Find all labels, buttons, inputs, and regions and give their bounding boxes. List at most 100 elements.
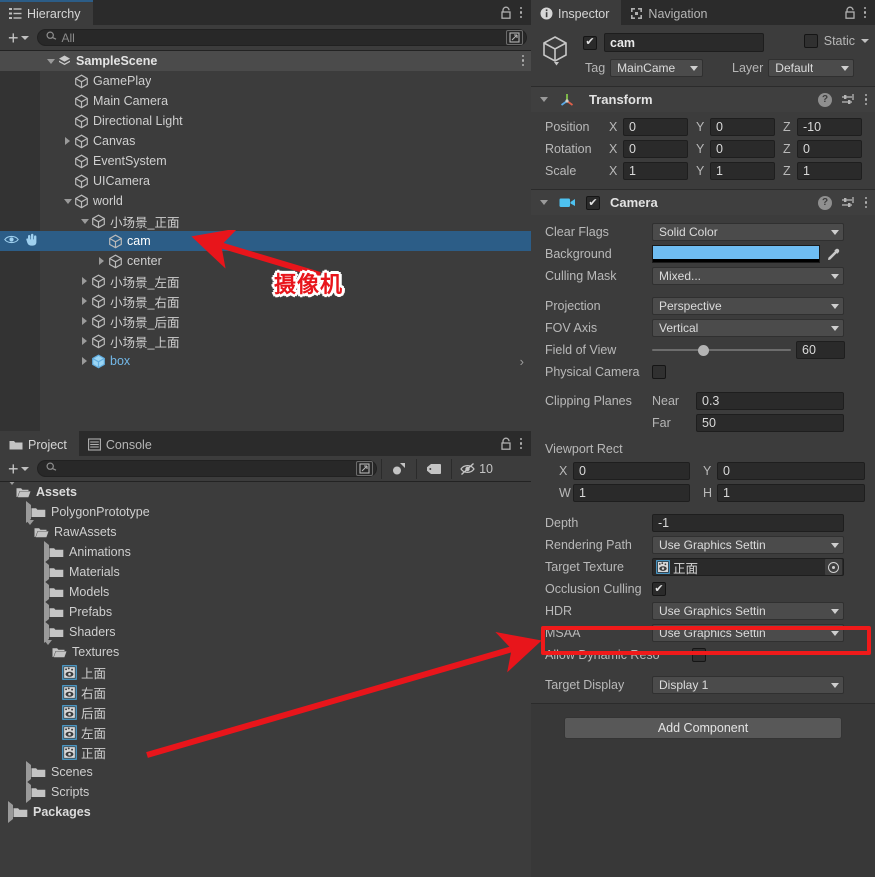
- hierarchy-row-SampleScene[interactable]: SampleScene: [0, 51, 531, 71]
- project-add-button[interactable]: +: [4, 460, 33, 478]
- scene-menu-icon[interactable]: [521, 52, 525, 69]
- hierarchy-menu-icon[interactable]: [519, 4, 523, 21]
- near-input[interactable]: 0.3: [696, 392, 844, 410]
- collapse-triangle-icon[interactable]: [540, 97, 548, 102]
- viewport-x-input[interactable]: 0: [573, 462, 690, 480]
- collapse-triangle-icon[interactable]: [78, 337, 91, 345]
- hierarchy-row-小场景_右面[interactable]: 小场景_右面: [0, 291, 531, 311]
- hierarchy-tree[interactable]: SampleScene GamePlay Main Camera Directiona…: [0, 51, 531, 431]
- depth-input[interactable]: -1: [652, 514, 844, 532]
- gameobject-cube-icon[interactable]: [539, 33, 573, 67]
- eyedropper-icon[interactable]: [826, 247, 841, 262]
- project-tree[interactable]: Assets PolygonPrototype RawAssets Animation…: [0, 482, 531, 877]
- field-of-view-input[interactable]: 60: [796, 341, 845, 359]
- target-display-dropdown[interactable]: Display 1: [652, 676, 844, 694]
- collapse-triangle-icon[interactable]: [78, 357, 91, 365]
- far-input[interactable]: 50: [696, 414, 844, 432]
- expand-triangle-icon[interactable]: [26, 520, 34, 539]
- transform-rotation-x[interactable]: 0: [623, 140, 688, 158]
- project-row-Shaders[interactable]: Shaders: [0, 621, 531, 643]
- hierarchy-row-EventSystem[interactable]: EventSystem: [0, 151, 531, 171]
- hdr-dropdown[interactable]: Use Graphics Settin: [652, 602, 844, 620]
- project-row-RawAssets[interactable]: RawAssets: [0, 520, 531, 542]
- lock-icon[interactable]: [844, 6, 856, 20]
- tag-dropdown[interactable]: MainCame: [610, 59, 704, 77]
- transform-rotation-z[interactable]: 0: [797, 140, 862, 158]
- hierarchy-row-UICamera[interactable]: UICamera: [0, 171, 531, 191]
- collapse-triangle-icon[interactable]: [78, 277, 91, 285]
- slider-knob[interactable]: [697, 344, 709, 356]
- hierarchy-row-center[interactable]: center: [0, 251, 531, 271]
- project-row-上面[interactable]: 上面: [0, 662, 531, 682]
- add-component-button[interactable]: Add Component: [564, 717, 842, 739]
- hierarchy-row-Directional Light[interactable]: Directional Light: [0, 111, 531, 131]
- help-icon[interactable]: ?: [818, 195, 832, 210]
- collapse-triangle-icon[interactable]: [61, 137, 74, 145]
- preset-icon[interactable]: [841, 93, 855, 107]
- transform-scale-x[interactable]: 1: [623, 162, 688, 180]
- expand-triangle-icon[interactable]: [44, 58, 57, 64]
- transform-menu-icon[interactable]: [864, 91, 868, 108]
- hierarchy-add-button[interactable]: +: [4, 29, 33, 47]
- project-row-Animations[interactable]: Animations: [0, 541, 531, 563]
- transform-position-x[interactable]: 0: [623, 118, 688, 136]
- project-row-正面[interactable]: 正面: [0, 742, 531, 762]
- expand-triangle-icon[interactable]: [8, 482, 16, 499]
- collapse-triangle-icon[interactable]: [95, 257, 108, 265]
- camera-header[interactable]: ✔ Camera ?: [531, 190, 875, 215]
- inspector-menu-icon[interactable]: [863, 4, 867, 21]
- tab-console[interactable]: Console: [78, 431, 164, 456]
- project-row-Materials[interactable]: Materials: [0, 561, 531, 583]
- camera-enabled-checkbox[interactable]: ✔: [586, 195, 600, 211]
- project-row-Assets[interactable]: Assets: [0, 482, 531, 502]
- tab-hierarchy[interactable]: Hierarchy: [0, 0, 93, 25]
- project-row-Models[interactable]: Models: [0, 581, 531, 603]
- project-search-expand-icon[interactable]: [355, 461, 373, 476]
- allow-dynamic-resolution-checkbox[interactable]: [692, 648, 706, 662]
- viewport-w-input[interactable]: 1: [573, 484, 690, 502]
- hierarchy-row-小场景_正面[interactable]: 小场景_正面: [0, 211, 531, 231]
- transform-rotation-y[interactable]: 0: [710, 140, 775, 158]
- hierarchy-row-world[interactable]: world: [0, 191, 531, 211]
- rendering-path-dropdown[interactable]: Use Graphics Settin: [652, 536, 844, 554]
- tab-project[interactable]: Project: [0, 431, 79, 456]
- projection-dropdown[interactable]: Perspective: [652, 297, 844, 315]
- fov-axis-dropdown[interactable]: Vertical: [652, 319, 844, 337]
- expand-triangle-icon[interactable]: [44, 640, 52, 659]
- occlusion-culling-checkbox[interactable]: ✔: [652, 582, 666, 596]
- transform-header[interactable]: Transform ?: [531, 87, 875, 112]
- eye-icon[interactable]: [4, 234, 19, 248]
- hierarchy-row-小场景_后面[interactable]: 小场景_后面: [0, 311, 531, 331]
- collapse-triangle-icon[interactable]: [78, 317, 91, 325]
- transform-position-z[interactable]: -10: [797, 118, 862, 136]
- preset-icon[interactable]: [841, 196, 855, 210]
- project-row-Scenes[interactable]: Scenes: [0, 761, 531, 783]
- tab-inspector[interactable]: Inspector: [531, 0, 622, 25]
- collapse-triangle-icon[interactable]: [540, 200, 548, 205]
- project-row-Prefabs[interactable]: Prefabs: [0, 601, 531, 623]
- static-dropdown-icon[interactable]: [861, 39, 869, 43]
- expand-triangle-icon[interactable]: [78, 218, 91, 224]
- hierarchy-search-input[interactable]: All: [36, 29, 527, 46]
- physical-camera-checkbox[interactable]: [652, 365, 666, 379]
- clear-flags-dropdown[interactable]: Solid Color: [652, 223, 844, 241]
- project-row-右面[interactable]: 右面: [0, 682, 531, 702]
- project-row-左面[interactable]: 左面: [0, 722, 531, 742]
- project-row-Packages[interactable]: Packages: [0, 801, 531, 823]
- filter-by-type-icon[interactable]: [386, 458, 412, 480]
- viewport-y-input[interactable]: 0: [717, 462, 865, 480]
- project-row-Textures[interactable]: Textures: [0, 640, 531, 662]
- hierarchy-row-GamePlay[interactable]: GamePlay: [0, 71, 531, 91]
- chevron-right-icon[interactable]: ›: [520, 354, 524, 369]
- collapse-triangle-icon[interactable]: [78, 297, 91, 305]
- msaa-dropdown[interactable]: Use Graphics Settin: [652, 624, 844, 642]
- lock-icon[interactable]: [500, 437, 512, 451]
- hierarchy-row-box[interactable]: box ›: [0, 351, 531, 371]
- layer-dropdown[interactable]: Default: [768, 59, 855, 77]
- camera-menu-icon[interactable]: [864, 194, 868, 211]
- project-row-PolygonPrototype[interactable]: PolygonPrototype: [0, 501, 531, 523]
- viewport-h-input[interactable]: 1: [717, 484, 865, 502]
- transform-scale-y[interactable]: 1: [710, 162, 775, 180]
- gameobject-name-field[interactable]: cam: [604, 33, 764, 52]
- hidden-packages-count[interactable]: 10: [456, 458, 498, 480]
